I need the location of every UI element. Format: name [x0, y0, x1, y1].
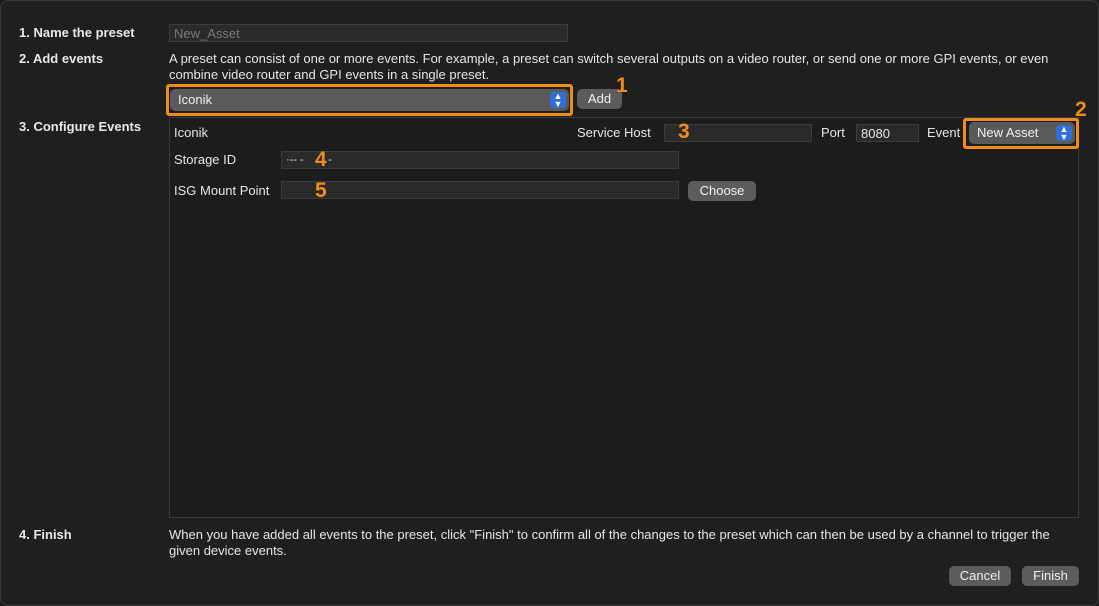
preset-wizard-window: 1. Name the preset 2. Add events A prese…: [0, 0, 1099, 606]
finish-button[interactable]: Finish: [1022, 566, 1079, 586]
choose-button[interactable]: Choose: [688, 181, 756, 201]
isg-mount-point-label: ISG Mount Point: [174, 183, 270, 198]
step-add-events-label: 2. Add events: [19, 51, 104, 66]
finish-description: When you have added all events to the pr…: [169, 527, 1050, 558]
up-down-chevron-icon: ▲ ▼: [550, 92, 566, 109]
device-name-label: Iconik: [174, 125, 208, 140]
port-input[interactable]: [856, 124, 919, 142]
configure-events-panel: Iconik Service Host Port Event Storage I…: [169, 117, 1079, 518]
annotation-number: 1: [616, 74, 628, 97]
event-popup[interactable]: New Asset ▲ ▼: [969, 122, 1075, 144]
storage-id-input[interactable]: [281, 151, 679, 169]
annotation-number: 5: [315, 179, 327, 202]
annotation-number: 2: [1075, 98, 1087, 121]
isg-mount-point-input[interactable]: [281, 181, 679, 199]
event-popup-value: New Asset: [977, 125, 1039, 140]
step-name-preset-label: 1. Name the preset: [19, 25, 135, 40]
event-type-popup[interactable]: Iconik ▲ ▼: [170, 89, 569, 111]
service-host-label: Service Host: [577, 125, 651, 140]
annotation-number: 3: [678, 120, 690, 143]
up-down-chevron-icon: ▲ ▼: [1056, 125, 1072, 142]
event-type-popup-value: Iconik: [178, 92, 212, 107]
preset-name-input[interactable]: [169, 24, 568, 42]
storage-id-label: Storage ID: [174, 152, 237, 167]
event-label: Event: [927, 125, 961, 140]
step-configure-events-label: 3. Configure Events: [19, 119, 142, 134]
step-finish-label: 4. Finish: [19, 527, 72, 542]
annotation-number: 4: [315, 148, 327, 171]
cancel-button[interactable]: Cancel: [949, 566, 1011, 586]
port-label: Port: [821, 125, 845, 140]
